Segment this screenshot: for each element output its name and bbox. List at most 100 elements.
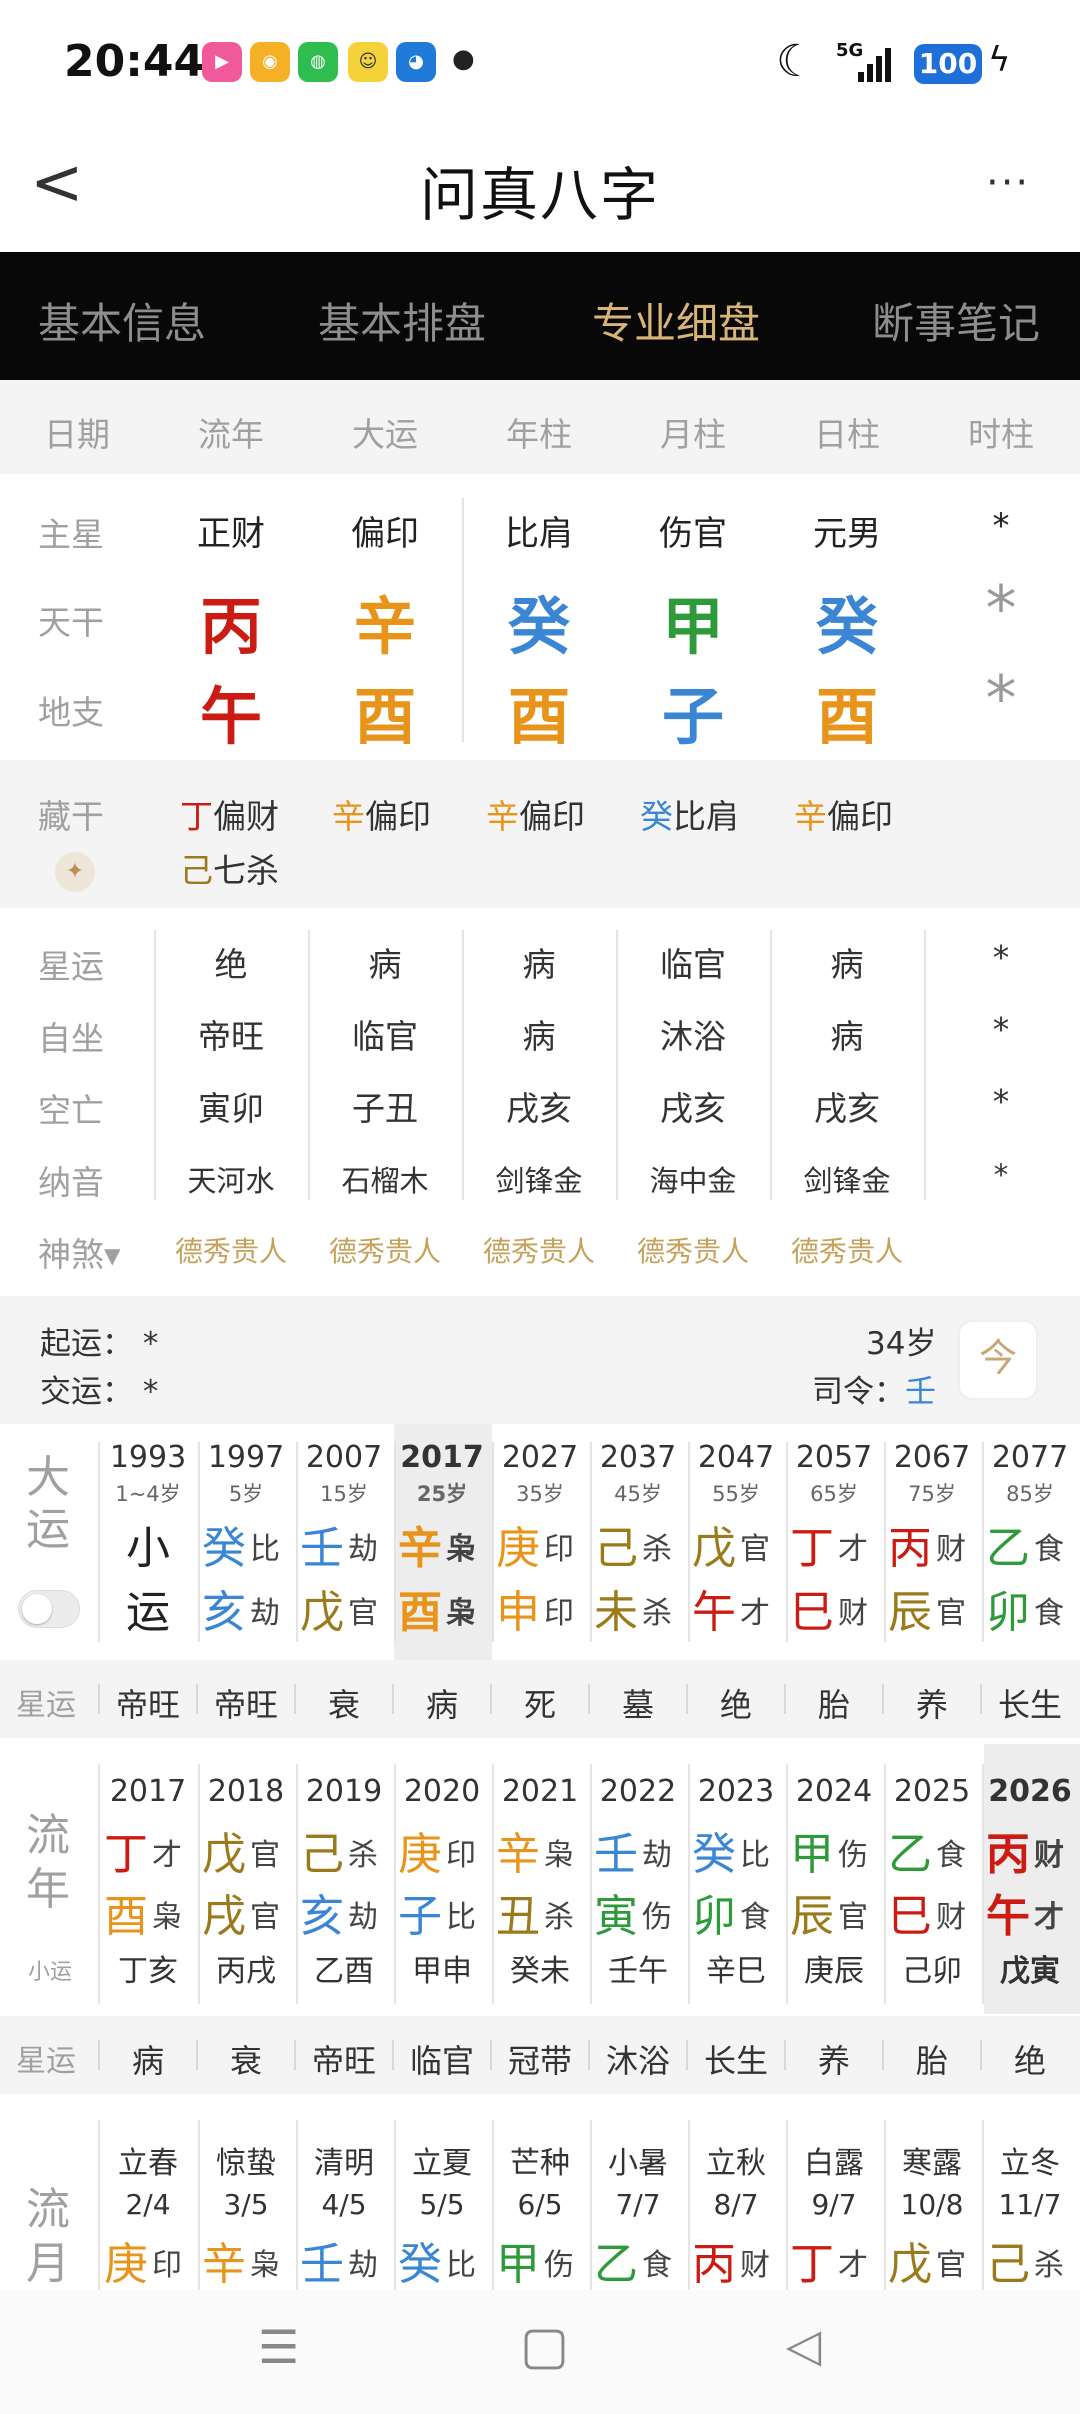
liuyue-stem-god: 杀 bbox=[1034, 2248, 1064, 2283]
tab-notes[interactable]: 断事笔记 bbox=[872, 290, 1040, 351]
menu-icon[interactable]: ☰ bbox=[258, 2320, 299, 2374]
tab-basic-info[interactable]: 基本信息 bbox=[38, 290, 206, 351]
dayun-year[interactable]: 2007 bbox=[296, 1440, 392, 1475]
calendar-today-icon[interactable]: 今 bbox=[958, 1320, 1038, 1400]
dayun-year[interactable]: 2027 bbox=[492, 1440, 588, 1475]
page-title: 问真八字 bbox=[419, 161, 660, 229]
xingyun-strip-item: 临官 bbox=[409, 2042, 474, 2080]
liuyue-solar-term[interactable]: 立夏 bbox=[394, 2138, 490, 2182]
liuyue-solar-term[interactable]: 惊蛰 bbox=[198, 2138, 294, 2182]
liunian-year[interactable]: 2019 bbox=[296, 1774, 392, 1809]
dayun-age: 1~4岁 bbox=[115, 1482, 181, 1506]
shensha-toggle[interactable]: 神煞▾ bbox=[38, 1228, 121, 1276]
liunian-branch: 辰 bbox=[790, 1891, 834, 1942]
xiaoyun-toggle[interactable] bbox=[18, 1590, 80, 1628]
nayin-cell: 海中金 bbox=[649, 1164, 737, 1198]
dayun-branch-god: 食 bbox=[1034, 1596, 1064, 1631]
liuyue-solar-term[interactable]: 立冬 bbox=[982, 2138, 1078, 2182]
more-options-icon[interactable]: ··· bbox=[986, 160, 1030, 206]
home-icon[interactable]: ▢ bbox=[520, 2316, 569, 2376]
liunian-year[interactable]: 2022 bbox=[590, 1774, 686, 1809]
col-year: 年柱 bbox=[506, 415, 572, 454]
weibo-icon: ◉ bbox=[250, 42, 290, 82]
liuyue-stem-god: 食 bbox=[642, 2248, 672, 2283]
liuyue-solar-term[interactable]: 白露 bbox=[786, 2138, 882, 2182]
dayun-stem: 乙 bbox=[986, 1523, 1030, 1574]
nayin-cell: 剑锋金 bbox=[803, 1164, 891, 1198]
liuyue-solar-term[interactable]: 立春 bbox=[100, 2138, 196, 2182]
pin-icon[interactable]: ✦ bbox=[55, 852, 95, 892]
liunian-year[interactable]: 2025 bbox=[884, 1774, 980, 1809]
dayun-age: 45岁 bbox=[614, 1482, 662, 1506]
liunian-branch: 寅 bbox=[594, 1891, 638, 1942]
dayun-year[interactable]: 1993 bbox=[100, 1440, 196, 1475]
liuyue-solar-term[interactable]: 小暑 bbox=[590, 2138, 686, 2182]
dayun-stem: 丁 bbox=[790, 1523, 834, 1574]
liunian-stem: 丙 bbox=[986, 1829, 1030, 1880]
liuyue-stem-god: 劫 bbox=[348, 2248, 378, 2283]
liunian-year[interactable]: 2018 bbox=[198, 1774, 294, 1809]
liunian-stem-god: 财 bbox=[1034, 1838, 1064, 1873]
xiaoyun-ganzhi: 己卯 bbox=[902, 1954, 962, 1989]
label-zhuxing: 主星 bbox=[38, 515, 104, 554]
liunian-year[interactable]: 2021 bbox=[492, 1774, 588, 1809]
dayun-age: 15岁 bbox=[320, 1482, 368, 1506]
dayun-year[interactable]: 2067 bbox=[884, 1440, 980, 1475]
liuyue-stem: 辛 bbox=[202, 2239, 246, 2290]
liuyue-solar-term[interactable]: 清明 bbox=[296, 2138, 392, 2182]
xingyun-strip-item: 冠带 bbox=[507, 2042, 572, 2080]
liunian-stem: 辛 bbox=[496, 1829, 540, 1880]
liunian-year[interactable]: 2024 bbox=[786, 1774, 882, 1809]
tiangan-year: 癸 bbox=[507, 590, 570, 663]
xingyun-strip-item: 养 bbox=[915, 1686, 948, 1724]
qiyun-age: 34岁 bbox=[866, 1326, 937, 1362]
dayun-branch: 卯 bbox=[986, 1587, 1030, 1638]
liunian-stem: 甲 bbox=[790, 1829, 834, 1880]
liuyue-date: 4/5 bbox=[321, 2188, 367, 2221]
toggle-knob bbox=[22, 1594, 52, 1624]
canggan-stem: 辛 bbox=[332, 797, 365, 836]
dayun-branch-god: 官 bbox=[348, 1596, 378, 1631]
liuyue-stem: 庚 bbox=[104, 2239, 148, 2290]
liunian-stem: 壬 bbox=[594, 1829, 638, 1880]
liunian-stem-god: 食 bbox=[936, 1838, 966, 1873]
label-dizhi: 地支 bbox=[38, 693, 104, 732]
liunian-branch-god: 比 bbox=[446, 1900, 476, 1935]
dayun-year[interactable]: 2047 bbox=[688, 1440, 784, 1475]
xiaoyun-ganzhi: 戊寅 bbox=[1000, 1954, 1060, 1989]
dayun-year[interactable]: 2017 bbox=[394, 1440, 490, 1475]
xiaoyun-ganzhi: 癸未 bbox=[510, 1954, 570, 1989]
liunian-branch: 巳 bbox=[888, 1891, 932, 1942]
liuyue-solar-term[interactable]: 立秋 bbox=[688, 2138, 784, 2182]
dayun-branch: 午 bbox=[692, 1587, 736, 1638]
tab-basic-chart[interactable]: 基本排盘 bbox=[318, 290, 486, 351]
liuyue-date: 6/5 bbox=[517, 2188, 563, 2221]
siling-label: 司令： bbox=[812, 1374, 905, 1410]
liuyue-solar-term[interactable]: 芒种 bbox=[492, 2138, 588, 2182]
liunian-branch: 酉 bbox=[104, 1891, 148, 1942]
canggan-stem: 辛 bbox=[486, 797, 519, 836]
xingyun-strip-item: 养 bbox=[817, 2042, 850, 2080]
liunian-year[interactable]: 2017 bbox=[100, 1774, 196, 1809]
dayun-year[interactable]: 2037 bbox=[590, 1440, 686, 1475]
tab-pro-chart[interactable]: 专业细盘 bbox=[592, 290, 760, 351]
dayun-year[interactable]: 2077 bbox=[982, 1440, 1078, 1475]
liunian-stem-god: 才 bbox=[152, 1838, 182, 1873]
dayun-year[interactable]: 1997 bbox=[198, 1440, 294, 1475]
tiangan-liunian: 丙 bbox=[199, 590, 262, 663]
liunian-branch: 卯 bbox=[692, 1891, 736, 1942]
system-nav-bar: ☰ ▢ ◁ bbox=[0, 2290, 1080, 2414]
liuyue-solar-term[interactable]: 寒露 bbox=[884, 2138, 980, 2182]
xiaoyun-ganzhi: 甲申 bbox=[412, 1954, 472, 1989]
tiangan-month: 甲 bbox=[661, 590, 724, 663]
dayun-strip-label: 星运 bbox=[16, 1688, 76, 1723]
liunian-year[interactable]: 2020 bbox=[394, 1774, 490, 1809]
back-nav-icon[interactable]: ◁ bbox=[786, 2318, 821, 2372]
dayun-year[interactable]: 2057 bbox=[786, 1440, 882, 1475]
nayin-cell: 剑锋金 bbox=[495, 1164, 583, 1198]
liunian-year[interactable]: 2023 bbox=[688, 1774, 784, 1809]
xingyun-strip-item: 帝旺 bbox=[311, 2042, 376, 2080]
liuyue-stem: 戊 bbox=[888, 2239, 932, 2290]
xingyun-cell: 病 bbox=[522, 945, 556, 984]
liunian-year[interactable]: 2026 bbox=[982, 1774, 1078, 1809]
